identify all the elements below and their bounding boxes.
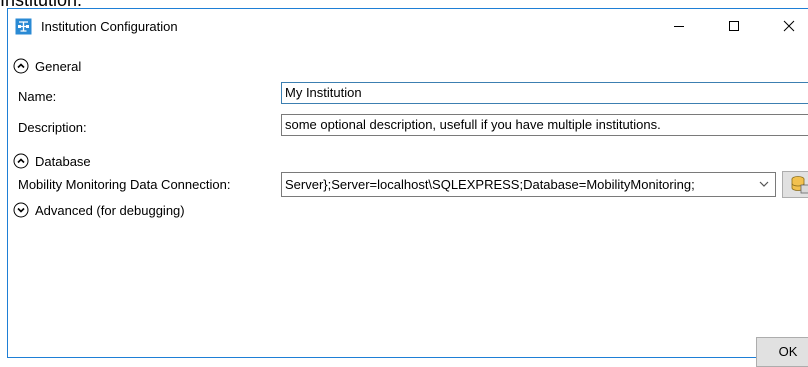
description-input[interactable]: some optional description, usefull if yo… [281, 114, 808, 136]
maximize-button[interactable] [711, 9, 757, 43]
window-title: Institution Configuration [41, 19, 178, 34]
chevron-down-icon[interactable] [756, 176, 772, 192]
section-advanced-label: Advanced (for debugging) [35, 202, 185, 218]
database-browse-button[interactable] [782, 171, 808, 198]
close-button[interactable] [766, 9, 808, 43]
chevron-up-icon [13, 153, 29, 169]
section-database-label: Database [35, 153, 91, 169]
app-config-icon [15, 18, 32, 35]
title-bar[interactable]: Institution Configuration [8, 9, 808, 43]
database-browse-icon [791, 176, 808, 194]
close-icon [783, 20, 795, 32]
minimize-button[interactable] [656, 9, 702, 43]
connection-combobox[interactable]: Server};Server=localhost\SQLEXPRESS;Data… [281, 172, 776, 197]
section-database-header[interactable]: Database [13, 152, 91, 170]
connection-label: Mobility Monitoring Data Connection: [18, 177, 231, 192]
description-label: Description: [18, 120, 87, 135]
ok-button[interactable]: OK [756, 337, 808, 367]
maximize-icon [729, 21, 739, 31]
name-input[interactable]: My Institution [281, 82, 808, 104]
chevron-down-icon [13, 202, 29, 218]
minimize-icon [674, 26, 684, 27]
section-general-label: General [35, 58, 82, 74]
institution-configuration-window: Institution Configuration General Name: … [7, 8, 808, 367]
section-general-header[interactable]: General [13, 57, 81, 75]
connection-value: Server};Server=localhost\SQLEXPRESS;Data… [285, 177, 695, 192]
section-advanced-header[interactable]: Advanced (for debugging) [13, 201, 185, 219]
chevron-up-icon [13, 58, 29, 74]
name-label: Name: [18, 89, 57, 104]
